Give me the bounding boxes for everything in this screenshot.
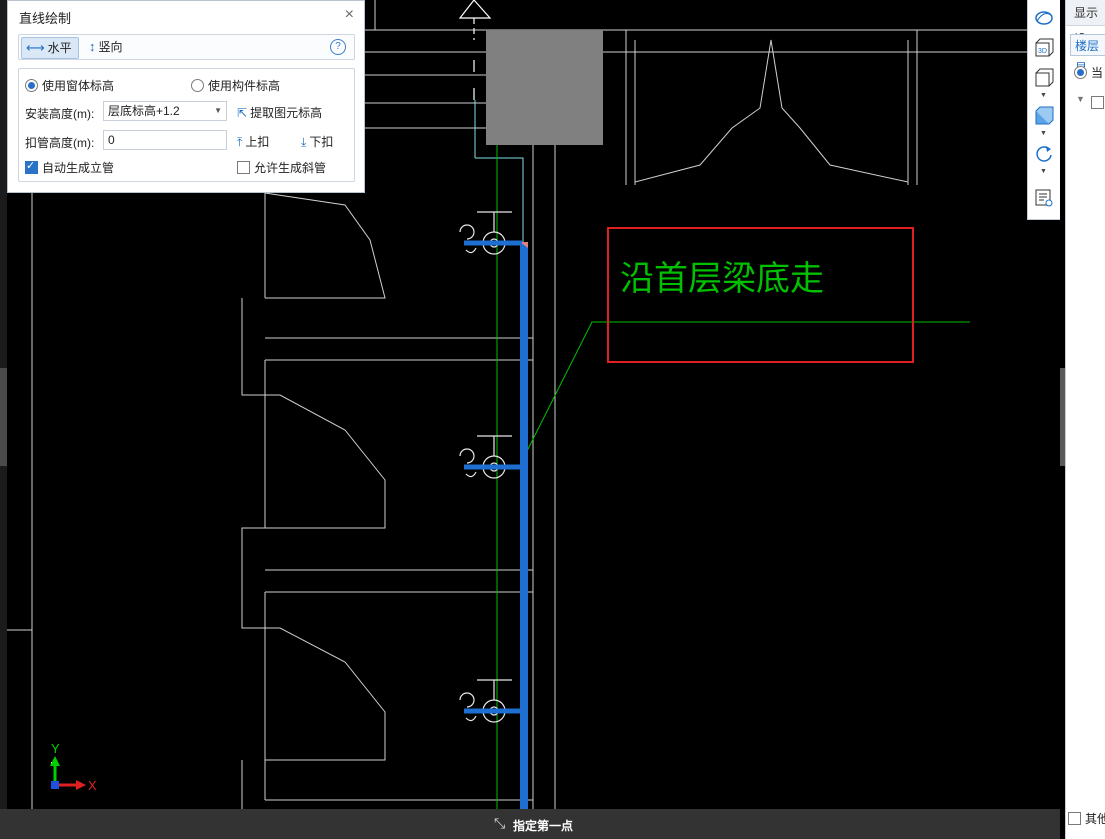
tab-vertical[interactable]: ↕ 竖向 <box>85 37 129 57</box>
tab-floor-display[interactable]: 楼层显 <box>1070 34 1105 75</box>
radio-component-elevation[interactable]: 使用构件标高 <box>191 77 280 94</box>
options-group: 使用窗体标高 使用构件标高 安装高度(m): 层底标高+1.2 ▼ ⇱ 提取图元标… <box>18 68 355 182</box>
command-prompt: 指定第一点 <box>513 819 574 833</box>
annotation-text: 沿首层梁底走 <box>620 259 824 299</box>
chevron-down-icon: ▼ <box>214 106 222 115</box>
close-icon[interactable]: × <box>345 6 354 24</box>
buckle-up-button[interactable]: ⤒ 上扣 <box>237 133 269 150</box>
auto-riser-label: 自动生成立管 <box>42 161 115 175</box>
riser-pipe <box>520 242 528 809</box>
checkbox-unchecked[interactable] <box>1068 812 1081 825</box>
dialog-title: 直线绘制 <box>19 11 72 26</box>
panel-title: 显示设 <box>1066 0 1105 46</box>
pick-point-icon: ⤡ <box>494 815 506 831</box>
buckle-height-label: 扣管高度(m): <box>25 136 95 150</box>
buckle-down-label: 下扣 <box>309 135 334 149</box>
tab-horizontal-label: 水平 <box>47 41 72 55</box>
radio-button-selected[interactable] <box>25 79 38 92</box>
chevron-down-icon[interactable]: ▼ <box>1040 168 1047 175</box>
checkbox-unchecked[interactable] <box>237 161 250 174</box>
buckle-height-input[interactable]: 0 <box>103 130 227 150</box>
install-height-value: 层底标高+1.2 <box>108 104 180 118</box>
display-settings-panel: 显示设 楼层显 当 ▼ 其他 <box>1065 0 1105 839</box>
command-status-bar: ⤡ 指定第一点 <box>0 809 1060 839</box>
orbit-view-icon[interactable] <box>1034 8 1054 28</box>
radio-window-elevation[interactable]: 使用窗体标高 <box>25 77 114 94</box>
install-height-select[interactable]: 层底标高+1.2 ▼ <box>103 101 227 121</box>
gray-column-block <box>486 30 603 145</box>
vertical-arrows-icon: ↕ <box>89 39 96 54</box>
other-checkbox[interactable]: 其他 <box>1068 810 1105 827</box>
radio-component-label: 使用构件标高 <box>208 79 281 93</box>
radio-current-floor[interactable]: 当 <box>1074 64 1103 81</box>
svg-text:3D: 3D <box>1038 48 1047 55</box>
tree-checkbox[interactable] <box>1091 94 1105 112</box>
left-panel-grip[interactable] <box>0 368 7 466</box>
3d-view-icon[interactable]: 3D <box>1034 38 1054 58</box>
radio-button-selected[interactable] <box>1074 66 1087 79</box>
install-height-label: 安装高度(m): <box>25 107 95 121</box>
checkbox-checked[interactable] <box>25 159 38 174</box>
horizontal-arrows-icon: ⟷ <box>26 40 45 55</box>
extract-elevation-label: 提取图元标高 <box>250 106 323 120</box>
buckle-up-label: 上扣 <box>245 135 270 149</box>
extract-elevation-button[interactable]: ⇱ 提取图元标高 <box>237 104 322 121</box>
line-draw-dialog: 直线绘制 × ⟷ 水平 ↕ 竖向 ? 使用窗体标高 使用构件标高 安装高度(m): … <box>7 0 365 193</box>
axis-x-label: X <box>88 778 97 793</box>
extract-elevation-icon: ⇱ <box>237 106 248 120</box>
chevron-down-icon[interactable]: ▼ <box>1076 94 1085 104</box>
view-toolbar: 3D ▼ ▼ ▼ <box>1027 0 1060 220</box>
other-label: 其他 <box>1085 812 1105 826</box>
chevron-down-icon[interactable]: ▼ <box>1040 130 1047 137</box>
allow-slope-label: 允许生成斜管 <box>254 161 327 175</box>
axis-y-label: Y <box>51 741 60 756</box>
buckle-down-button[interactable]: ⤓ 下扣 <box>301 133 333 150</box>
radio-window-label: 使用窗体标高 <box>42 79 115 93</box>
buckle-up-icon: ⤒ <box>237 135 243 149</box>
tab-vertical-label: 竖向 <box>98 40 123 54</box>
allow-slope-checkbox[interactable]: 允许生成斜管 <box>237 159 326 176</box>
help-icon[interactable]: ? <box>330 39 346 55</box>
checkbox-unchecked[interactable] <box>1091 96 1104 109</box>
rotate-icon[interactable] <box>1034 144 1054 164</box>
radio-button[interactable] <box>191 79 204 92</box>
buckle-down-icon: ⤓ <box>301 135 307 149</box>
solid-view-icon[interactable] <box>1034 106 1054 126</box>
display-settings-icon[interactable] <box>1034 188 1054 208</box>
auto-riser-checkbox[interactable]: 自动生成立管 <box>25 159 114 176</box>
chevron-down-icon[interactable]: ▼ <box>1040 92 1047 99</box>
cube-view-icon[interactable] <box>1034 68 1054 88</box>
direction-tabs: ⟷ 水平 ↕ 竖向 ? <box>18 34 355 60</box>
tab-horizontal[interactable]: ⟷ 水平 <box>21 37 79 59</box>
radio-current-label: 当 <box>1091 66 1104 80</box>
